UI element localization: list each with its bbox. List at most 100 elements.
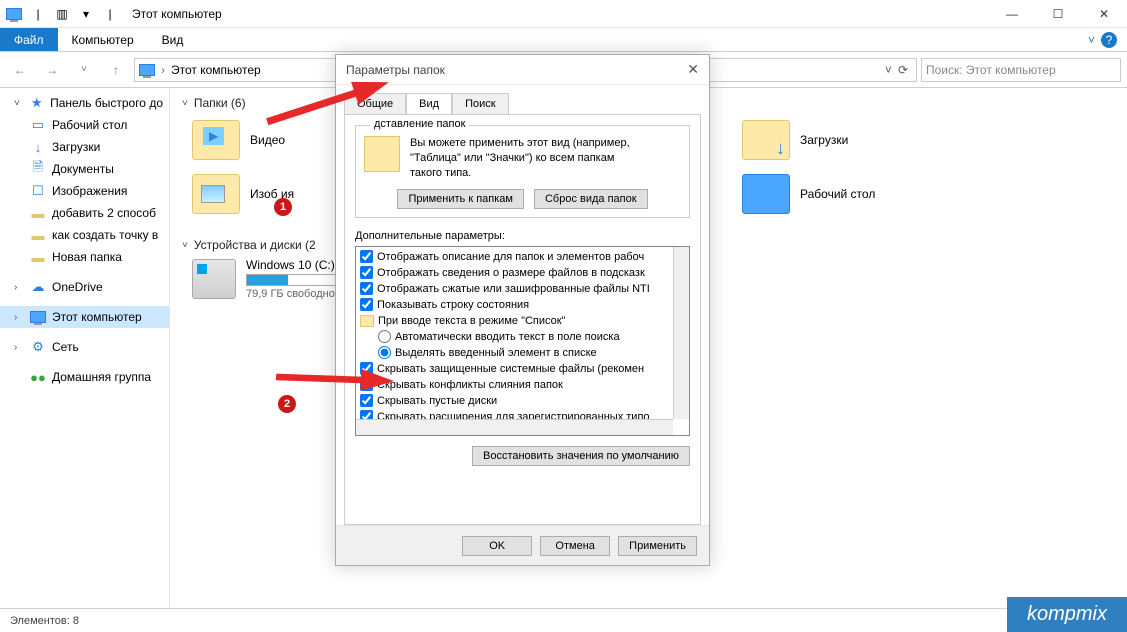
new-folder-label: Новая папка: [52, 250, 122, 264]
checkbox[interactable]: [360, 250, 373, 263]
back-button[interactable]: ←: [6, 56, 34, 84]
folder-icon: [360, 315, 374, 327]
desktop-folder-icon: [742, 174, 790, 214]
breadcrumb[interactable]: Этот компьютер: [171, 63, 261, 77]
refresh-icon[interactable]: ⟳: [894, 63, 912, 77]
param-filesize-hints[interactable]: Отображать сведения о размере файлов в п…: [360, 265, 685, 281]
sidebar-restore-point[interactable]: ▬ как создать точку в: [0, 224, 169, 246]
video-folder-icon: [192, 120, 240, 160]
checkbox[interactable]: [360, 266, 373, 279]
maximize-button[interactable]: ☐: [1035, 0, 1081, 28]
folder-downloads[interactable]: Загрузки: [742, 116, 942, 164]
sidebar-homegroup[interactable]: ●●Домашняя группа: [0, 366, 169, 388]
sidebar-network[interactable]: ›⚙Сеть: [0, 336, 169, 358]
folder-view-group: дставление папок Вы можете применить это…: [355, 125, 690, 218]
close-button[interactable]: ✕: [1081, 0, 1127, 28]
video-label: Видео: [250, 133, 285, 147]
downloads-label-c: Загрузки: [800, 133, 848, 147]
folder-view-title: дставление папок: [370, 118, 469, 130]
sidebar-this-pc[interactable]: ›Этот компьютер: [0, 306, 169, 328]
param-hide-empty-drives[interactable]: Скрывать пустые диски: [360, 393, 685, 409]
sidebar-quick-access[interactable]: ˅★Панель быстрого до: [0, 92, 169, 114]
folder-options-dialog: Параметры папок ✕ Общие Вид Поиск дставл…: [335, 54, 710, 566]
dialog-close-button[interactable]: ✕: [687, 61, 699, 78]
address-dropdown-icon[interactable]: ˅: [885, 63, 892, 77]
downloads-folder-icon: [742, 120, 790, 160]
sidebar-documents[interactable]: 🗎Документы: [0, 158, 169, 180]
folder-desktop[interactable]: Рабочий стол: [742, 170, 942, 218]
params-horizontal-scrollbar[interactable]: [356, 419, 673, 435]
pictures-label: Изображения: [52, 184, 127, 198]
qat-dropdown-icon[interactable]: ▾: [76, 4, 96, 24]
folder-icon: ▬: [30, 205, 46, 221]
restore-point-label: как создать точку в: [52, 228, 158, 242]
this-pc-label: Этот компьютер: [52, 310, 142, 324]
radio[interactable]: [378, 346, 391, 359]
ribbon-chevron-icon[interactable]: ˅: [1088, 33, 1095, 47]
apply-button[interactable]: Применить: [618, 536, 697, 556]
dialog-title: Параметры папок: [346, 63, 445, 77]
forward-button[interactable]: →: [38, 56, 66, 84]
param-label: Отображать сжатые или зашифрованные файл…: [377, 283, 650, 295]
devices-header-label: Устройства и диски (2: [194, 238, 316, 252]
sidebar-desktop[interactable]: ▭Рабочий стол: [0, 114, 169, 136]
apply-to-folders-button[interactable]: Применить к папкам: [397, 189, 524, 209]
ribbon-tab-computer[interactable]: Компьютер: [58, 28, 148, 51]
checkbox[interactable]: [360, 394, 373, 407]
sidebar-downloads[interactable]: ↓Загрузки: [0, 136, 169, 158]
ribbon-tab-view[interactable]: Вид: [148, 28, 198, 51]
reset-folders-button[interactable]: Сброс вида папок: [534, 189, 648, 209]
minimize-button[interactable]: —: [989, 0, 1035, 28]
tab-view[interactable]: Вид: [406, 93, 452, 114]
breadcrumb-sep: ›: [161, 63, 165, 77]
param-label: Показывать строку состояния: [377, 299, 529, 311]
sidebar-onedrive[interactable]: ›☁OneDrive: [0, 276, 169, 298]
sidebar-pictures[interactable]: ☐Изображения: [0, 180, 169, 202]
help-icon[interactable]: ?: [1101, 32, 1117, 48]
search-input[interactable]: Поиск: Этот компьютер: [921, 58, 1121, 82]
param-compressed-ntfs[interactable]: Отображать сжатые или зашифрованные файл…: [360, 281, 685, 297]
dialog-footer: OK Отмена Применить: [336, 525, 709, 565]
folder-preview-icon: [364, 136, 400, 172]
param-desc-folders[interactable]: Отображать описание для папок и элементо…: [360, 249, 685, 265]
radio[interactable]: [378, 330, 391, 343]
status-elements: Элементов: 8: [10, 615, 79, 627]
recent-menu-icon[interactable]: ˅: [70, 56, 98, 84]
add2ways-label: добавить 2 способ: [52, 206, 156, 220]
params-listbox[interactable]: Отображать описание для папок и элементо…: [355, 246, 690, 436]
ribbon-tab-file[interactable]: Файл: [0, 28, 58, 51]
param-select-typed[interactable]: Выделять введенный элемент в списке: [360, 345, 685, 361]
up-button[interactable]: ↑: [102, 56, 130, 84]
param-label: Автоматически вводить текст в поле поиск…: [395, 331, 620, 343]
param-label: Скрывать конфликты слияния папок: [377, 379, 563, 391]
desktop-label: Рабочий стол: [52, 118, 127, 132]
checkbox[interactable]: [360, 298, 373, 311]
param-status-bar[interactable]: Показывать строку состояния: [360, 297, 685, 313]
checkbox[interactable]: [360, 282, 373, 295]
sidebar-add2ways[interactable]: ▬ добавить 2 способ: [0, 202, 169, 224]
folder-icon: ▬: [30, 249, 46, 265]
params-vertical-scrollbar[interactable]: [673, 247, 689, 419]
tab-search[interactable]: Поиск: [452, 93, 508, 114]
ok-button[interactable]: OK: [462, 536, 532, 556]
homegroup-label: Домашняя группа: [52, 370, 151, 384]
qat-properties-icon[interactable]: ▥: [52, 4, 72, 24]
search-placeholder: Поиск: Этот компьютер: [926, 63, 1056, 77]
restore-defaults-button[interactable]: Восстановить значения по умолчанию: [472, 446, 690, 466]
param-label: Скрывать защищенные системные файлы (рек…: [377, 363, 644, 375]
documents-label: Документы: [52, 162, 114, 176]
param-hide-merge-conflicts[interactable]: Скрывать конфликты слияния папок: [360, 377, 685, 393]
param-auto-search[interactable]: Автоматически вводить текст в поле поиск…: [360, 329, 685, 345]
param-label: Отображать описание для папок и элементо…: [377, 251, 644, 263]
fv-desc-1: Вы можете применить этот вид (например,: [410, 136, 630, 151]
dialog-tabs: Общие Вид Поиск: [336, 85, 709, 114]
sidebar-new-folder[interactable]: ▬ Новая папка: [0, 246, 169, 268]
pc-icon: [4, 4, 24, 24]
fv-desc-2: "Таблица" или "Значки") ко всем папкам: [410, 151, 630, 166]
quick-access-label: Панель быстрого до: [50, 96, 163, 110]
cancel-button[interactable]: Отмена: [540, 536, 610, 556]
watermark: kompmix: [1007, 597, 1127, 632]
folders-header-label: Папки (6): [194, 96, 246, 110]
folder-icon: ▬: [30, 227, 46, 243]
param-hide-protected[interactable]: Скрывать защищенные системные файлы (рек…: [360, 361, 685, 377]
